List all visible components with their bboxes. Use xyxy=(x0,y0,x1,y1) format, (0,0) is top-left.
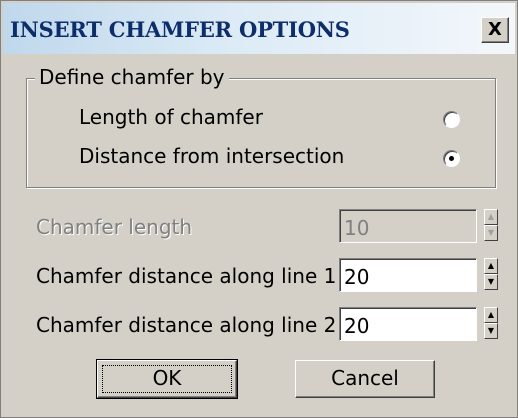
chamfer-length-label: Chamfer length xyxy=(36,215,193,239)
spin-down-icon: ▼ xyxy=(484,225,498,241)
radio-distance-from-intersection[interactable] xyxy=(443,150,460,167)
spin-down-icon[interactable]: ▼ xyxy=(484,323,498,339)
distance-line-1-label: Chamfer distance along line 1 xyxy=(36,264,337,288)
radio-selected-dot xyxy=(449,156,454,161)
option-distance-from-intersection-label[interactable]: Distance from intersection xyxy=(79,144,344,168)
focus-indicator xyxy=(102,365,232,393)
groupbox-legend: Define chamfer by xyxy=(35,65,229,89)
cancel-button-label: Cancel xyxy=(331,366,399,390)
title-bar[interactable]: INSERT CHAMFER OPTIONS X xyxy=(3,3,515,54)
spin-up-icon[interactable]: ▲ xyxy=(484,307,498,323)
insert-chamfer-options-dialog: INSERT CHAMFER OPTIONS X Define chamfer … xyxy=(0,0,518,418)
close-button[interactable]: X xyxy=(481,17,509,43)
option-length-of-chamfer-label[interactable]: Length of chamfer xyxy=(79,105,263,129)
ok-button[interactable]: OK xyxy=(96,359,238,399)
define-chamfer-groupbox xyxy=(26,78,496,188)
close-icon: X xyxy=(488,19,502,40)
radio-length-of-chamfer[interactable] xyxy=(443,111,460,128)
distance-line-2-label: Chamfer distance along line 2 xyxy=(36,313,337,337)
spin-up-icon[interactable]: ▲ xyxy=(484,258,498,274)
chamfer-length-input: 10 xyxy=(339,209,477,243)
spin-up-icon: ▲ xyxy=(484,209,498,225)
cancel-button[interactable]: Cancel xyxy=(295,360,435,398)
dialog-title: INSERT CHAMFER OPTIONS xyxy=(10,17,350,42)
distance-line-1-input[interactable]: 20 xyxy=(339,258,477,292)
spin-down-icon[interactable]: ▼ xyxy=(484,274,498,290)
distance-line-2-input[interactable]: 20 xyxy=(339,307,477,341)
